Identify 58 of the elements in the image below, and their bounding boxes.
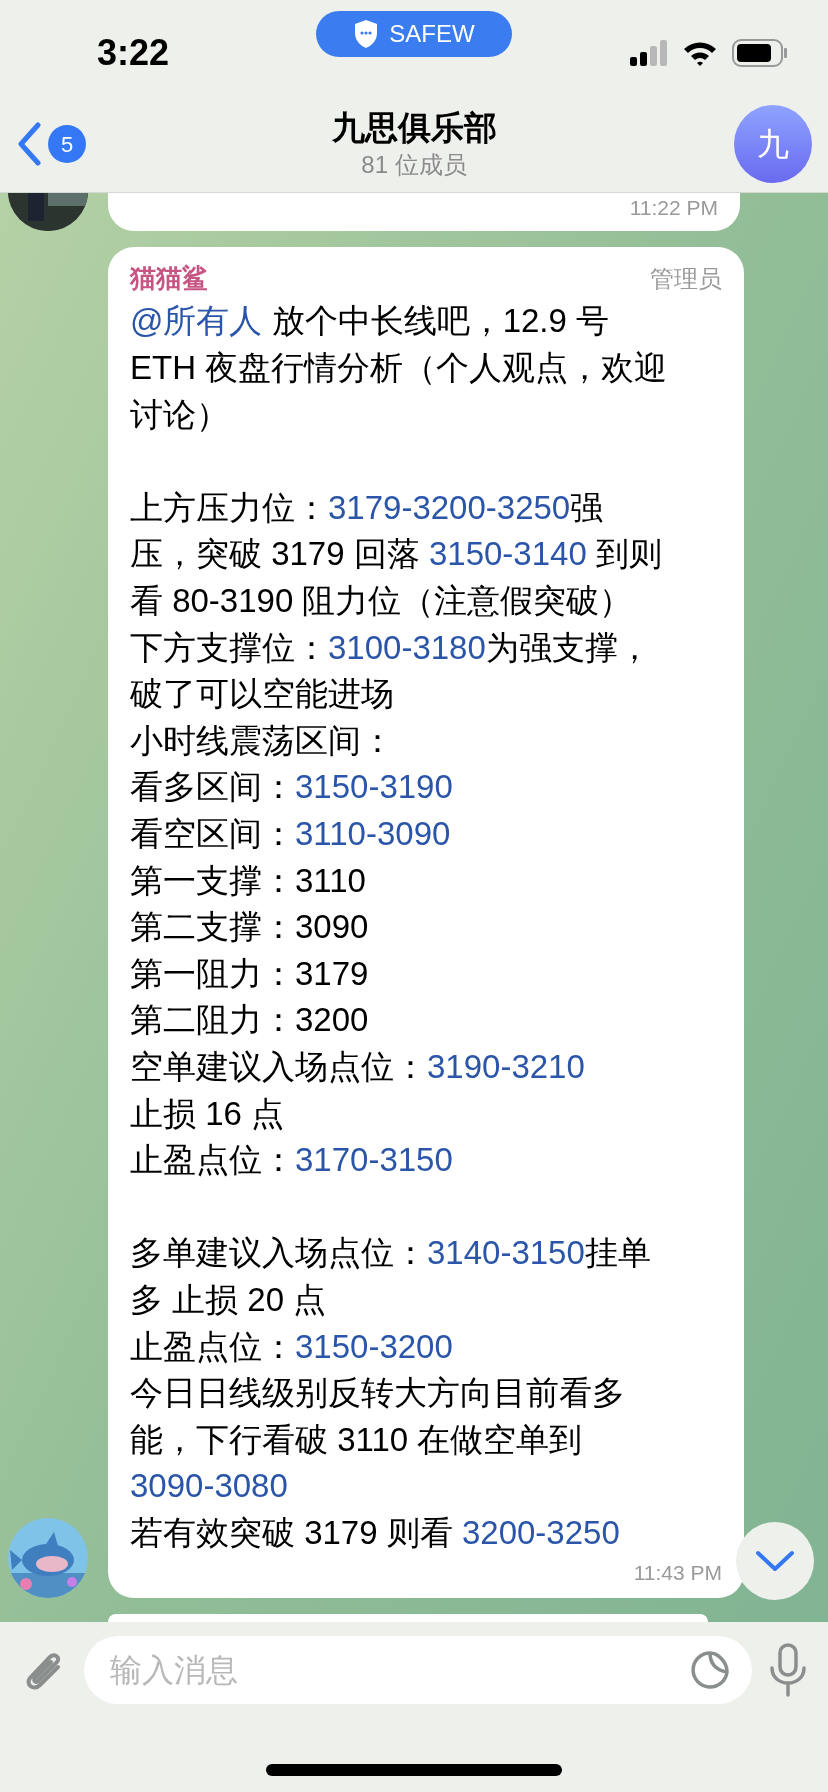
signal-icon	[630, 40, 668, 66]
number-link[interactable]: 3200-3250	[461, 1513, 620, 1551]
message-text: 止盈点位：	[130, 1327, 295, 1365]
message-text: 能，下行看破 3110 在做空单到	[130, 1420, 583, 1458]
message-text: 到则	[594, 535, 662, 573]
message-text: 看空区间：	[130, 815, 295, 852]
number-link[interactable]: 3090-3080	[130, 1467, 288, 1505]
number-link[interactable]: 3179-3200-3250	[328, 488, 571, 526]
message-text: 空单建议入场点位：	[130, 1047, 427, 1085]
message-text: 放个中长线吧，12.9 号	[270, 302, 610, 340]
number-link[interactable]: 3110-3090	[295, 815, 451, 852]
number-link[interactable]: 3140-3150	[427, 1234, 585, 1272]
number-link[interactable]: 3150-3200	[295, 1327, 453, 1365]
message-text: 多 止损 20 点	[130, 1280, 327, 1318]
back-chevron-icon[interactable]	[16, 122, 42, 166]
message-text: 强	[570, 488, 604, 526]
sender-name[interactable]: 猫猫鲨	[130, 259, 208, 299]
chevron-down-icon	[755, 1550, 795, 1572]
chat-title: 九思俱乐部	[331, 108, 497, 148]
message-text: 挂单	[584, 1234, 651, 1272]
message-text: 看多区间：	[130, 768, 295, 806]
message-time: 11:22 PM	[629, 194, 718, 221]
sticker-icon[interactable]	[690, 1650, 730, 1690]
message-text: 小时线震荡区间：	[130, 721, 394, 759]
safew-pill[interactable]: SAFEW	[316, 11, 512, 57]
member-count: 81 位成员	[361, 150, 467, 180]
message-text: 若有效突破 3179 则看	[130, 1513, 454, 1551]
message-text: 看 80-3190 阻力位（注意假突破）	[130, 582, 633, 620]
message-input[interactable]: 输入消息	[84, 1636, 752, 1704]
status-time: 3:22	[97, 31, 170, 75]
shield-chat-icon	[353, 19, 380, 49]
message-text: 破了可以空能进场	[130, 675, 394, 713]
wifi-icon	[682, 40, 718, 66]
microphone-icon[interactable]	[768, 1642, 808, 1698]
message-text: 第一阻力：3179	[130, 954, 369, 992]
message-text: 今日日线级别反转大方向目前看多	[130, 1374, 625, 1412]
unread-badge: 5	[48, 125, 86, 163]
message-text: 上方压力位：	[130, 488, 328, 526]
message-text: 止盈点位：	[130, 1141, 295, 1179]
number-link[interactable]: 3150-3190	[295, 768, 453, 806]
number-link[interactable]: 3150-3140	[428, 535, 587, 573]
number-link[interactable]: 3100-3180	[328, 628, 486, 666]
message-text: 第二支撑：3090	[130, 908, 369, 946]
message-text: 第二阻力：3200	[130, 1001, 369, 1039]
message-text: ETH 夜盘行情分析（个人观点，欢迎	[130, 349, 668, 387]
message-text: 止损 16 点	[130, 1094, 285, 1132]
battery-icon	[732, 39, 788, 67]
number-link[interactable]: 3170-3150	[295, 1141, 453, 1179]
message-time: 11:43 PM	[633, 1559, 722, 1586]
message-text: 压，突破 3179 回落	[130, 535, 421, 573]
message-text: 为强支撑，	[485, 628, 651, 666]
message-text: 第一支撑：3110	[130, 861, 366, 899]
number-link[interactable]: @所有人	[130, 302, 263, 340]
admin-label: 管理员	[650, 263, 722, 294]
message-text: 多单建议入场点位：	[130, 1234, 427, 1272]
message-text: 讨论）	[130, 395, 229, 433]
number-link[interactable]: 3190-3210	[427, 1047, 585, 1085]
message-text: 下方支撑位：	[130, 628, 328, 666]
